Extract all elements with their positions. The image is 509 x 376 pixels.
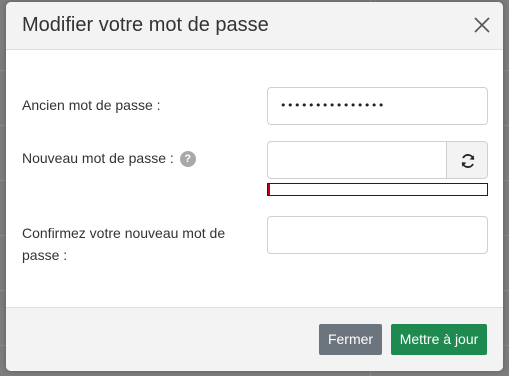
- help-icon[interactable]: ?: [179, 151, 196, 167]
- confirm-password-label-line1: Confirmez votre nouveau mot de: [22, 225, 226, 241]
- new-password-group: [267, 141, 488, 179]
- close-icon[interactable]: [473, 16, 491, 34]
- confirm-password-input[interactable]: [267, 216, 488, 254]
- dialog-body: Ancien mot de passe : ••••••••••••••• No…: [6, 50, 503, 307]
- update-button[interactable]: Mettre à jour: [391, 324, 487, 355]
- refresh-icon: [461, 154, 475, 168]
- password-strength-meter: [267, 183, 488, 196]
- confirm-password-label: Confirmez votre nouveau mot de passe :: [22, 222, 225, 266]
- close-button[interactable]: Fermer: [319, 324, 382, 355]
- confirm-password-label-line2: passe :: [22, 247, 68, 263]
- old-password-input[interactable]: •••••••••••••••: [267, 87, 488, 125]
- old-password-label: Ancien mot de passe :: [22, 94, 161, 116]
- new-password-label: Nouveau mot de passe :?: [22, 147, 196, 169]
- password-strength-fill: [268, 184, 270, 195]
- dialog-title: Modifier votre mot de passe: [22, 14, 269, 36]
- new-password-input[interactable]: [267, 141, 447, 179]
- dialog-header: Modifier votre mot de passe: [6, 2, 503, 50]
- change-password-dialog: Modifier votre mot de passe Ancien mot d…: [6, 2, 503, 371]
- old-password-label-text: Ancien mot de passe :: [22, 97, 161, 113]
- new-password-label-text: Nouveau mot de passe :: [22, 150, 174, 166]
- generate-password-button[interactable]: [446, 141, 488, 179]
- dialog-footer: Fermer Mettre à jour: [6, 307, 503, 371]
